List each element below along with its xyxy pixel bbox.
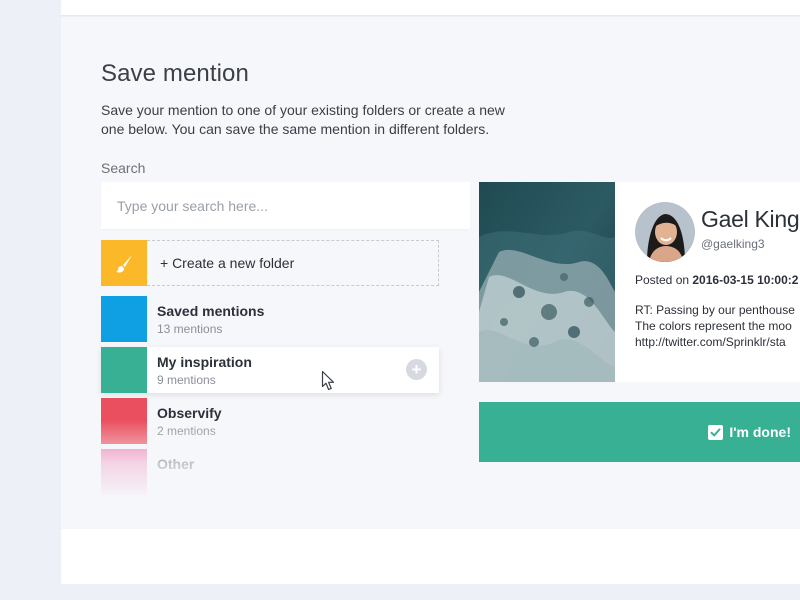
posted-date-value: 2016-03-15 10:00:2 [692,273,799,287]
folder-name: Observify [157,405,222,421]
done-button-label: I'm done! [729,424,791,440]
checkbox-checked-icon [708,424,724,440]
mouse-cursor-icon [321,370,337,397]
top-bar [61,0,800,16]
paintbrush-icon [101,240,147,286]
create-folder-label: + Create a new folder [160,255,295,271]
mention-link[interactable]: http://twitter.com/Sprinklr/sta [635,334,800,350]
folder-item-other[interactable]: Other [101,449,439,495]
mention-image [479,182,615,382]
dialog-description: Save your mention to one of your existin… [101,102,505,137]
dialog-title: Save mention [101,60,249,87]
mention-text: RT: Passing by our penthouse The colors … [635,302,800,350]
folder-count: 9 mentions [157,373,216,387]
folder-color-swatch [101,296,147,342]
mention-text-line: RT: Passing by our penthouse [635,303,795,317]
posted-prefix: Posted on [635,273,693,287]
folder-name: Other [157,456,195,472]
folder-color-swatch [101,398,147,444]
avatar[interactable] [635,202,695,262]
folder-color-swatch [101,449,147,495]
mention-author: Gael King [701,206,800,232]
folder-color-swatch [101,347,147,393]
folder-item-my-inspiration[interactable]: My inspiration 9 mentions + [101,347,439,393]
mention-card: Gael King @gaelking3 Posted on 2016-03-1… [479,182,800,382]
folder-count: 2 mentions [157,424,216,438]
create-folder-button[interactable]: + Create a new folder [101,240,439,286]
folder-name: My inspiration [157,354,252,370]
search-label: Search [101,160,146,176]
mention-handle: @gaelking3 [701,237,765,251]
folder-name: Saved mentions [157,303,265,319]
done-button[interactable]: I'm done! [479,402,800,462]
folder-count: 13 mentions [157,322,223,336]
bottom-bar [61,529,800,584]
mention-text-line: The colors represent the moo [635,319,792,333]
mention-posted-date: Posted on 2016-03-15 10:00:2 [635,273,798,287]
add-to-folder-icon[interactable]: + [406,359,427,380]
create-folder-label-box: + Create a new folder [147,240,439,286]
search-input[interactable] [101,182,470,229]
folder-item-saved-mentions[interactable]: Saved mentions 13 mentions [101,296,439,342]
folder-item-observify[interactable]: Observify 2 mentions [101,398,439,444]
